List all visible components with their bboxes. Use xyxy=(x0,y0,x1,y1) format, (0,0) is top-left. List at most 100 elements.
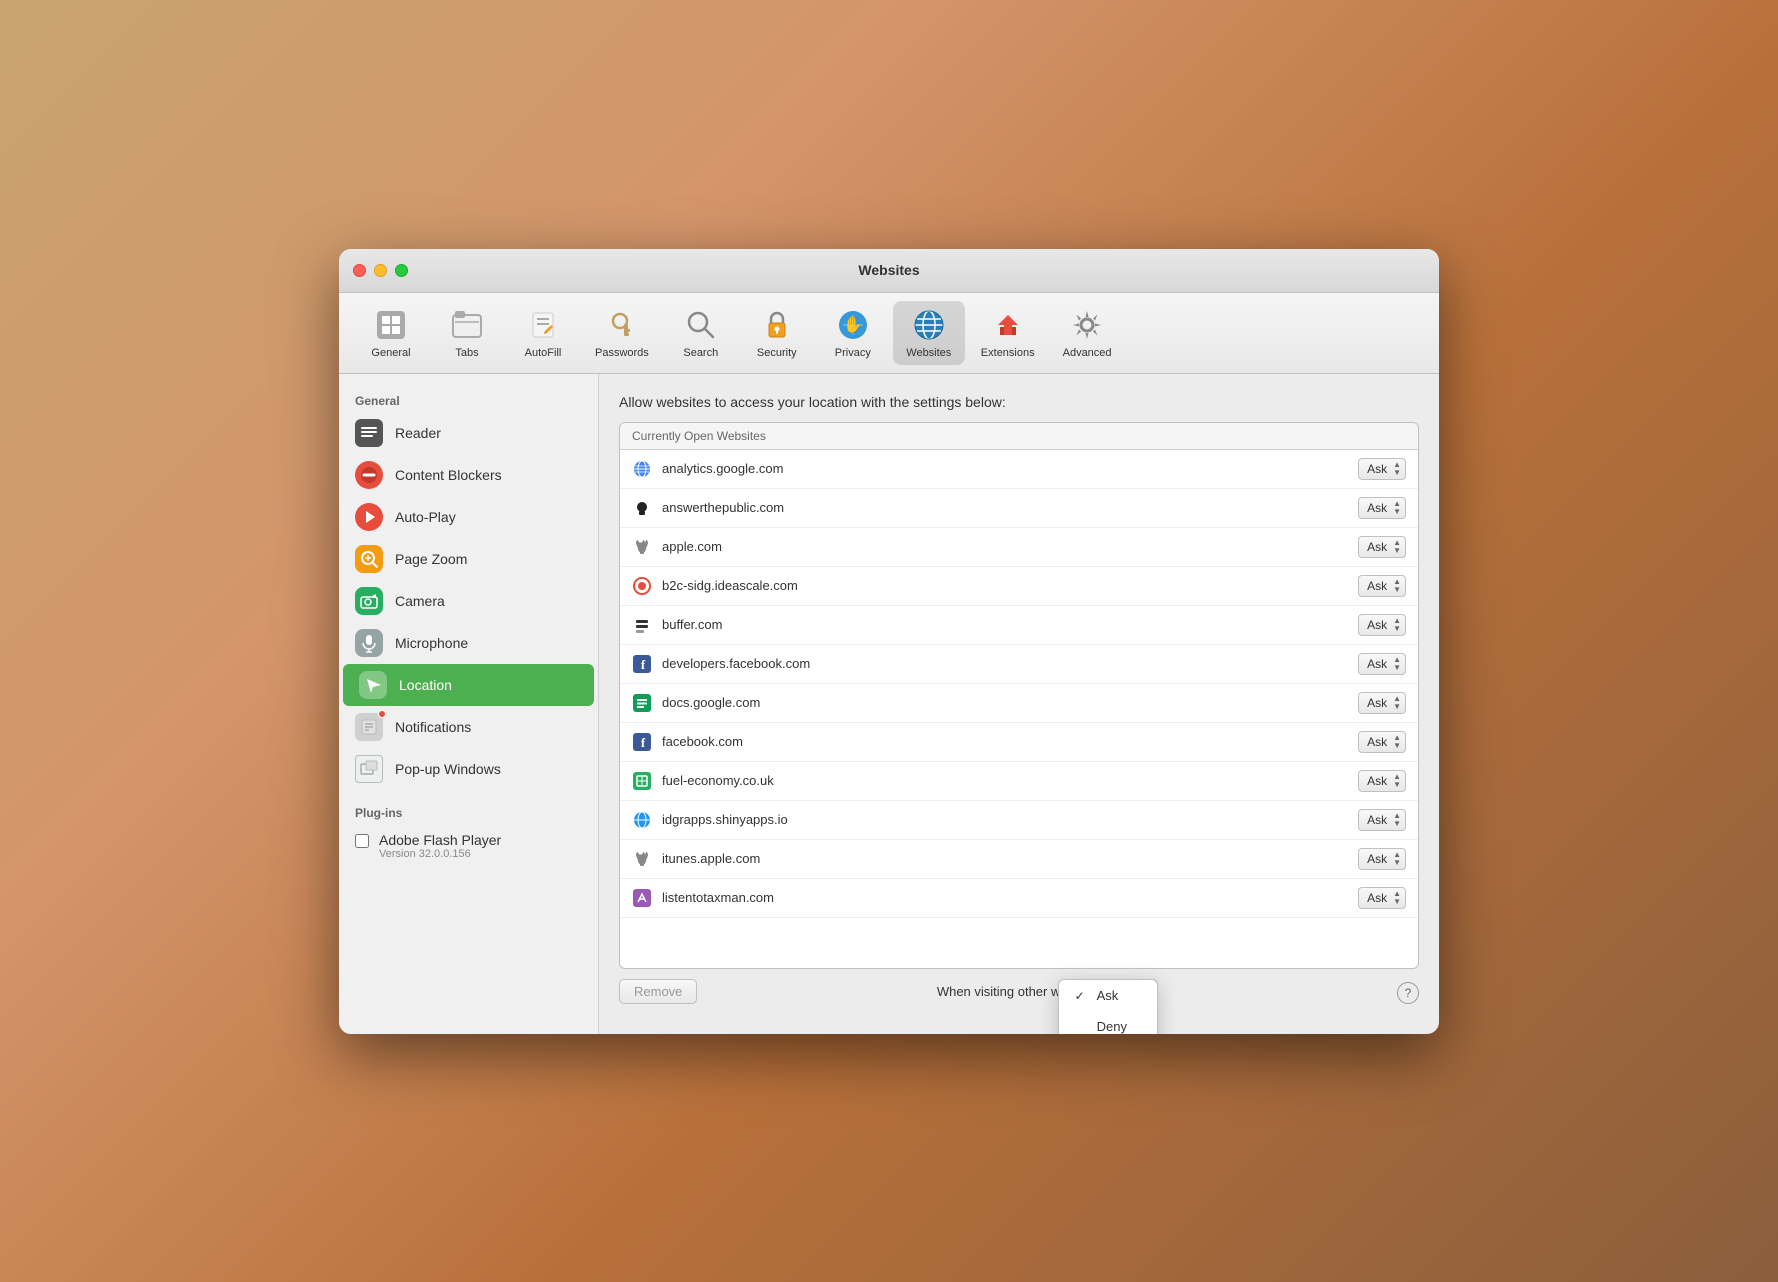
site-favicon xyxy=(632,888,652,908)
site-favicon xyxy=(632,771,652,791)
window-title: Websites xyxy=(858,262,919,278)
sidebar-item-location[interactable]: Location xyxy=(343,664,594,706)
site-setting-select[interactable]: Ask▲▼ xyxy=(1358,770,1406,792)
table-row: ffacebook.comAsk▲▼ xyxy=(620,723,1418,762)
toolbar-general-label: General xyxy=(371,347,410,359)
reader-label: Reader xyxy=(395,425,441,441)
help-button[interactable]: ? xyxy=(1397,982,1419,1004)
site-name: docs.google.com xyxy=(662,695,1348,710)
toolbar-search[interactable]: Search xyxy=(665,301,737,365)
site-setting-select[interactable]: Ask▲▼ xyxy=(1358,536,1406,558)
microphone-label: Microphone xyxy=(395,635,468,651)
sidebar-item-content-blockers[interactable]: Content Blockers xyxy=(339,454,598,496)
table-row: listentotaxman.comAsk▲▼ xyxy=(620,879,1418,918)
table-row: b2c-sidg.ideascale.comAsk▲▼ xyxy=(620,567,1418,606)
site-setting-select[interactable]: Ask▲▼ xyxy=(1358,731,1406,753)
toolbar-tabs-label: Tabs xyxy=(455,347,478,359)
general-icon xyxy=(373,307,409,343)
toolbar-extensions-label: Extensions xyxy=(981,347,1035,359)
site-name: fuel-economy.co.uk xyxy=(662,773,1348,788)
notifications-icon xyxy=(355,713,383,741)
toolbar-autofill[interactable]: AutoFill xyxy=(507,301,579,365)
minimize-button[interactable] xyxy=(374,264,387,277)
table-row: analytics.google.comAsk▲▼ xyxy=(620,450,1418,489)
auto-play-icon xyxy=(355,503,383,531)
other-websites-section: When visiting other websites Ask ▾ ✓ Ask xyxy=(937,979,1158,1003)
site-setting-select[interactable]: Ask▲▼ xyxy=(1358,614,1406,636)
location-icon xyxy=(359,671,387,699)
toolbar-search-label: Search xyxy=(683,347,718,359)
toolbar-general[interactable]: General xyxy=(355,301,427,365)
site-name: answerthepublic.com xyxy=(662,500,1348,515)
toolbar-passwords[interactable]: Passwords xyxy=(583,301,661,365)
autofill-icon xyxy=(525,307,561,343)
remove-button[interactable]: Remove xyxy=(619,979,697,1004)
bottom-bar: Remove When visiting other websites Ask … xyxy=(619,969,1419,1014)
svg-text:f: f xyxy=(641,657,646,672)
adobe-flash-checkbox[interactable] xyxy=(355,834,369,848)
location-label: Location xyxy=(399,677,452,693)
toolbar: General Tabs Aut xyxy=(339,293,1439,374)
site-setting-select[interactable]: Ask▲▼ xyxy=(1358,575,1406,597)
toolbar-security[interactable]: Security xyxy=(741,301,813,365)
site-favicon xyxy=(632,849,652,869)
privacy-icon: ✋ xyxy=(835,307,871,343)
general-section-header: General xyxy=(339,386,598,412)
toolbar-security-label: Security xyxy=(757,347,797,359)
websites-list[interactable]: analytics.google.comAsk▲▼ answerthepublic… xyxy=(620,450,1418,968)
sidebar-item-popup-windows[interactable]: Pop-up Windows xyxy=(339,748,598,790)
site-setting-select[interactable]: Ask▲▼ xyxy=(1358,848,1406,870)
site-name: buffer.com xyxy=(662,617,1348,632)
site-favicon xyxy=(632,810,652,830)
dropdown-container: Ask ▾ ✓ Ask Deny xyxy=(1110,979,1158,1003)
site-favicon xyxy=(632,459,652,479)
toolbar-privacy[interactable]: ✋ Privacy xyxy=(817,301,889,365)
main-description: Allow websites to access your location w… xyxy=(619,394,1419,410)
sidebar-item-reader[interactable]: Reader xyxy=(339,412,598,454)
site-name: itunes.apple.com xyxy=(662,851,1348,866)
table-row: idgrapps.shinyapps.io Ask▲▼ xyxy=(620,801,1418,840)
table-row: apple.comAsk▲▼ xyxy=(620,528,1418,567)
toolbar-extensions[interactable]: Extensions xyxy=(969,301,1047,365)
site-setting-select[interactable]: Ask▲▼ xyxy=(1358,692,1406,714)
table-row: buffer.com Ask▲▼ xyxy=(620,606,1418,645)
site-setting-select[interactable]: Ask▲▼ xyxy=(1358,887,1406,909)
site-favicon xyxy=(632,615,652,635)
page-zoom-icon xyxy=(355,545,383,573)
close-button[interactable] xyxy=(353,264,366,277)
dropdown-option-ask[interactable]: ✓ Ask xyxy=(1059,980,1157,1011)
toolbar-advanced-label: Advanced xyxy=(1063,347,1112,359)
toolbar-autofill-label: AutoFill xyxy=(525,347,562,359)
dropdown-option-deny[interactable]: Deny xyxy=(1059,1011,1157,1034)
toolbar-tabs[interactable]: Tabs xyxy=(431,301,503,365)
ask-label: Ask xyxy=(1097,988,1119,1003)
site-setting-select[interactable]: Ask▲▼ xyxy=(1358,653,1406,675)
sidebar-item-page-zoom[interactable]: Page Zoom xyxy=(339,538,598,580)
advanced-icon xyxy=(1069,307,1105,343)
site-setting-select[interactable]: Ask▲▼ xyxy=(1358,497,1406,519)
content-area: General Reader C xyxy=(339,374,1439,1034)
toolbar-websites-label: Websites xyxy=(906,347,951,359)
site-name: idgrapps.shinyapps.io xyxy=(662,812,1348,827)
main-panel: Allow websites to access your location w… xyxy=(599,374,1439,1034)
site-setting-select[interactable]: Ask▲▼ xyxy=(1358,458,1406,480)
sidebar-item-camera[interactable]: Camera xyxy=(339,580,598,622)
table-row: fdevelopers.facebook.comAsk▲▼ xyxy=(620,645,1418,684)
site-setting-select[interactable]: Ask▲▼ xyxy=(1358,809,1406,831)
table-row: docs.google.com Ask▲▼ xyxy=(620,684,1418,723)
adobe-flash-name: Adobe Flash Player xyxy=(379,832,501,848)
toolbar-websites[interactable]: Websites xyxy=(893,301,965,365)
sidebar-item-microphone[interactable]: Microphone xyxy=(339,622,598,664)
microphone-icon xyxy=(355,629,383,657)
checkmark-icon: ✓ xyxy=(1075,989,1089,1003)
adobe-flash-item: Adobe Flash Player Version 32.0.0.156 xyxy=(339,824,598,868)
maximize-button[interactable] xyxy=(395,264,408,277)
svg-text:✋: ✋ xyxy=(843,315,863,334)
extensions-icon xyxy=(990,307,1026,343)
dropdown-menu: ✓ Ask Deny Allow xyxy=(1058,979,1158,1034)
toolbar-advanced[interactable]: Advanced xyxy=(1051,301,1124,365)
adobe-flash-info: Adobe Flash Player Version 32.0.0.156 xyxy=(379,832,501,860)
sidebar-item-auto-play[interactable]: Auto-Play xyxy=(339,496,598,538)
search-icon xyxy=(683,307,719,343)
sidebar-item-notifications[interactable]: Notifications xyxy=(339,706,598,748)
